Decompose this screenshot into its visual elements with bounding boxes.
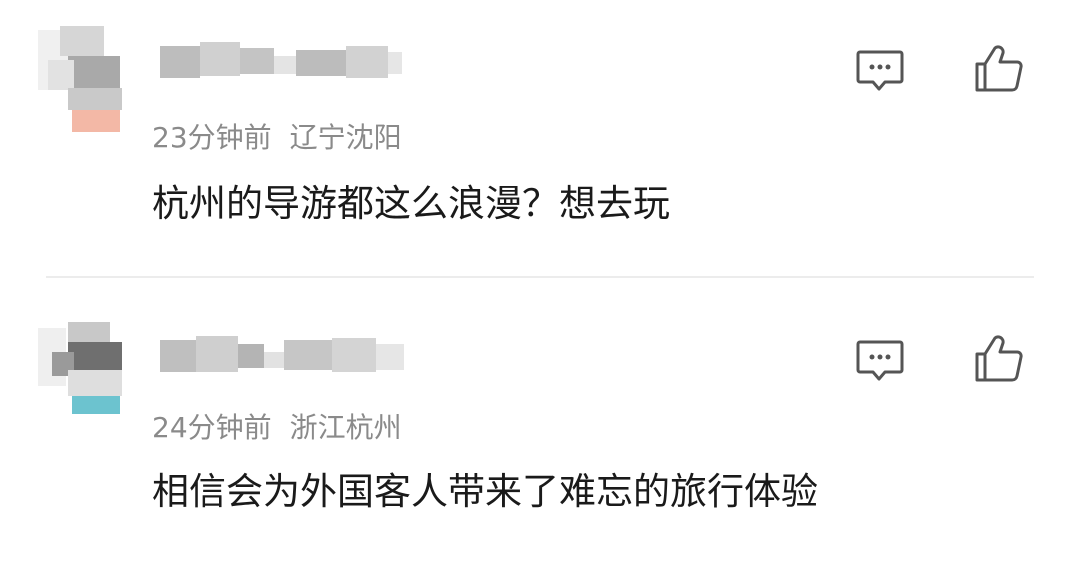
username-blurred[interactable] — [150, 336, 420, 380]
avatar[interactable] — [38, 322, 126, 430]
comment-text: 杭州的导游都这么浪漫？想去玩 — [152, 182, 670, 225]
comment-item: 23分钟前 辽宁沈阳 杭州的导游都这么浪漫？想去玩 — [0, 0, 1080, 276]
reply-button[interactable] — [855, 48, 905, 92]
thumbs-up-icon — [975, 335, 1023, 382]
comment-bubble-icon — [856, 340, 904, 381]
comment-meta: 23分钟前 辽宁沈阳 — [152, 118, 402, 158]
like-button[interactable] — [973, 44, 1025, 94]
comment-time: 23分钟前 — [152, 121, 272, 154]
comment-text: 相信会为外国客人带来了难忘的旅行体验 — [152, 470, 818, 513]
comment-bubble-icon — [856, 50, 904, 91]
like-button[interactable] — [973, 334, 1025, 384]
comment-location: 浙江杭州 — [289, 411, 402, 444]
comment-time: 24分钟前 — [152, 411, 272, 444]
comment-location: 辽宁沈阳 — [289, 121, 402, 154]
comment-meta: 24分钟前 浙江杭州 — [152, 408, 402, 448]
comment-item: 24分钟前 浙江杭州 相信会为外国客人带来了难忘的旅行体验 — [0, 278, 1080, 562]
thumbs-up-icon — [975, 45, 1023, 92]
reply-button[interactable] — [855, 338, 905, 382]
username-blurred[interactable] — [150, 42, 420, 86]
avatar[interactable] — [38, 26, 126, 134]
